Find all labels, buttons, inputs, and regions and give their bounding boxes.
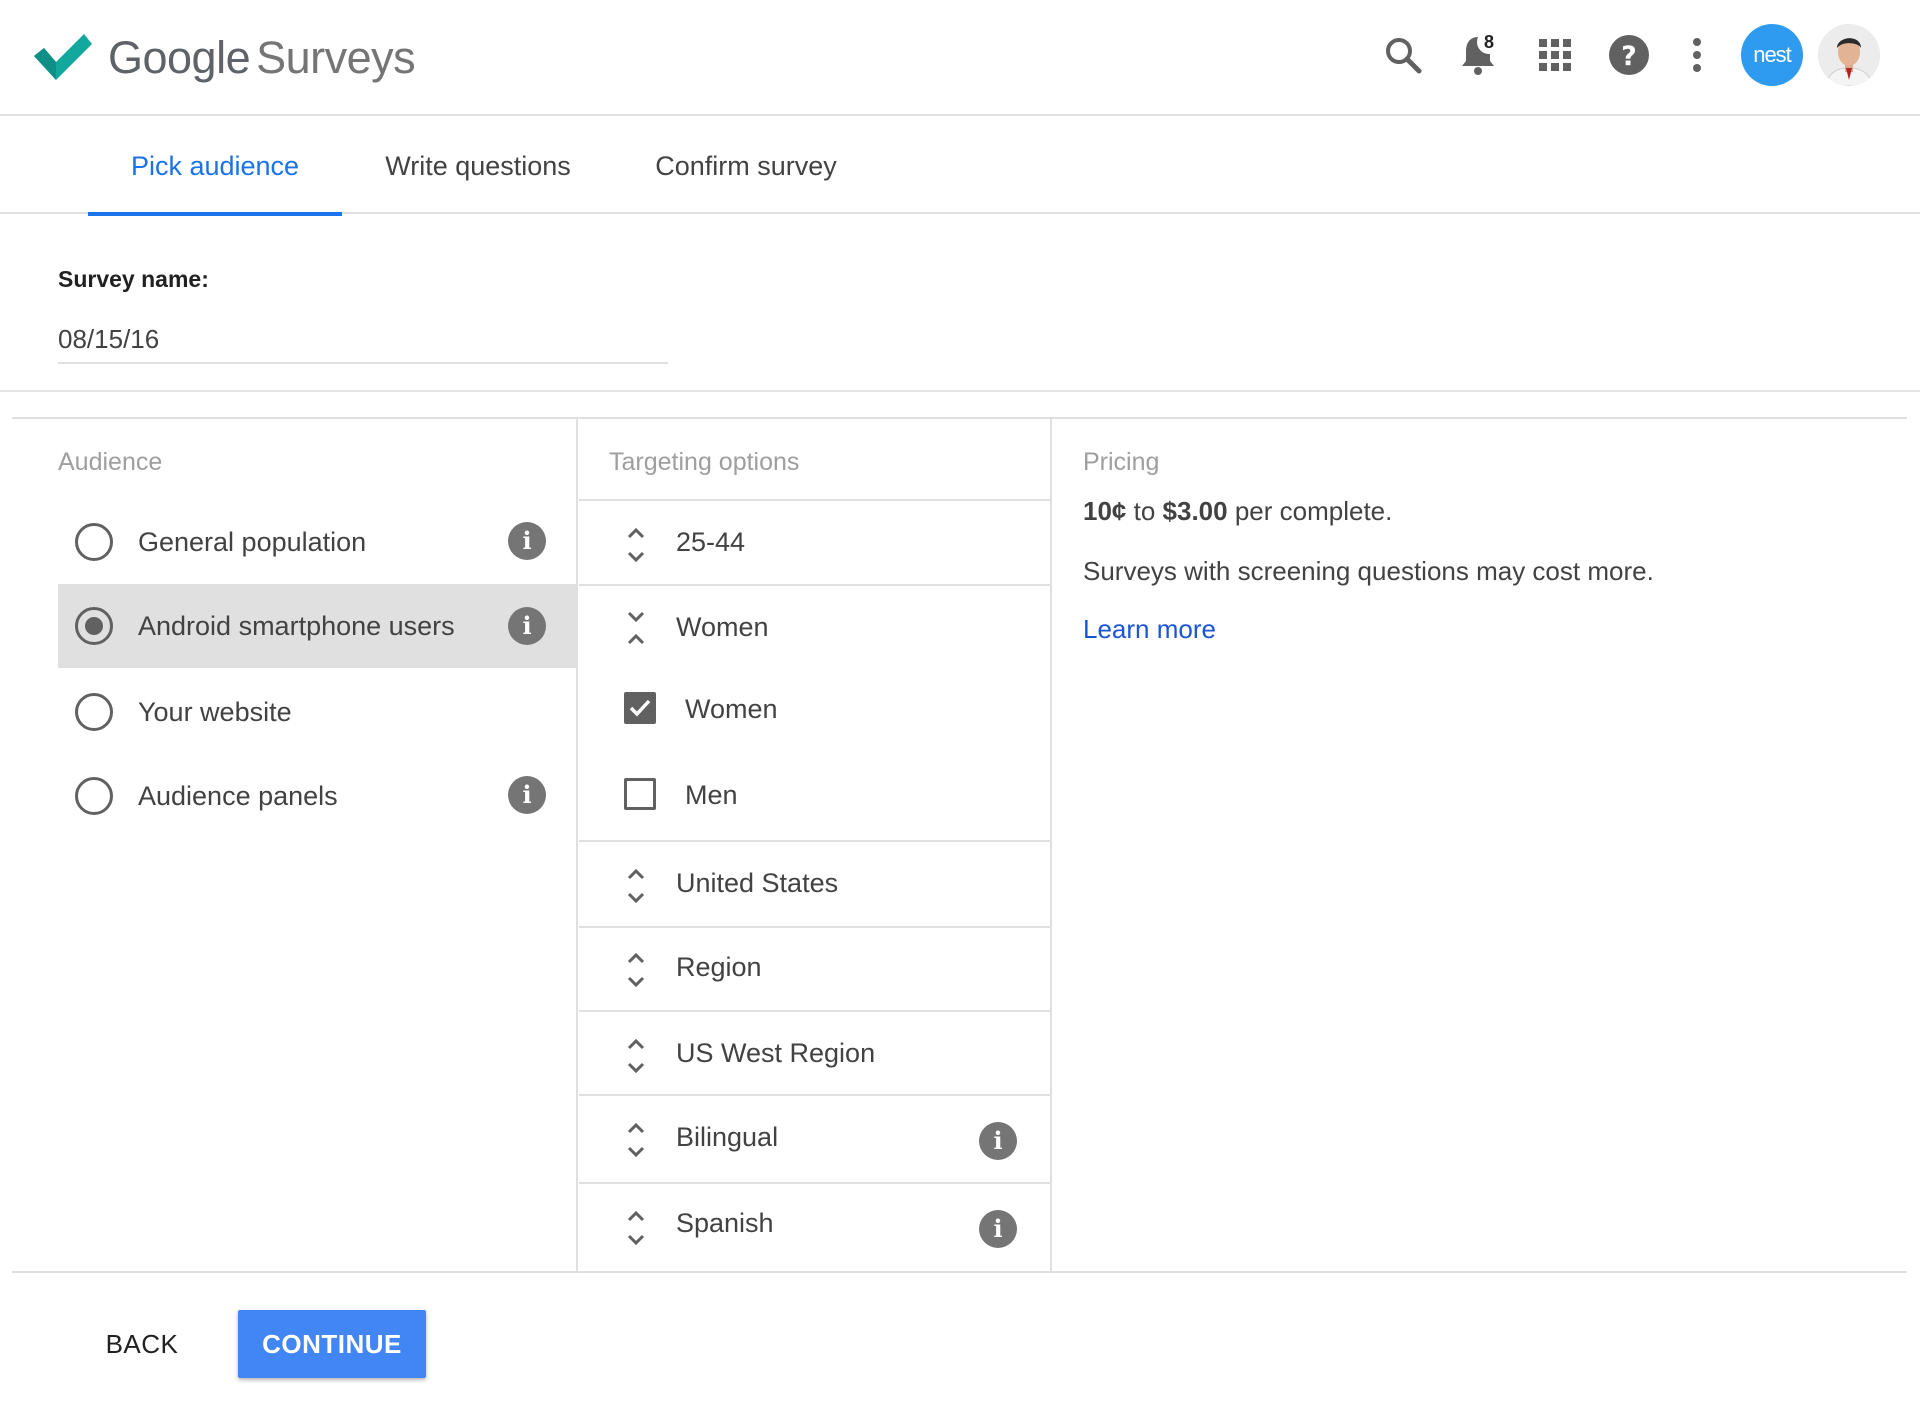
audience-option-label: Android smartphone users: [138, 611, 455, 641]
gender-option-women[interactable]: Women: [579, 668, 1051, 752]
audience-option-audience-panels[interactable]: Audience panels i: [58, 754, 576, 838]
audience-option-label: Audience panels: [138, 781, 338, 811]
radio-button[interactable]: [75, 523, 113, 561]
audience-option-general-population[interactable]: General population i: [58, 500, 576, 584]
price-high: $3.00: [1162, 496, 1228, 526]
more-vert-icon[interactable]: [1672, 30, 1722, 80]
targeting-language-mode-value: Bilingual: [676, 1122, 779, 1152]
tab-confirm-survey[interactable]: Confirm survey: [648, 118, 844, 214]
check-icon: [629, 699, 651, 717]
gender-option-label: Women: [685, 694, 778, 724]
radio-button-selected[interactable]: [75, 607, 113, 645]
targeting-region-select[interactable]: US West Region: [579, 1010, 1051, 1096]
audience-option-your-website[interactable]: Your website: [58, 670, 576, 754]
price-range: 10¢ to $3.00 per complete.: [1083, 496, 1392, 527]
audience-option-android-smartphone-users[interactable]: Android smartphone users i: [58, 584, 576, 668]
info-icon[interactable]: i: [508, 522, 546, 560]
price-to: to: [1126, 496, 1163, 526]
user-avatar[interactable]: [1818, 24, 1880, 86]
expand-collapse-icon: [627, 1122, 645, 1158]
info-icon[interactable]: i: [979, 1210, 1017, 1248]
survey-name-input[interactable]: [58, 316, 668, 364]
notifications-button[interactable]: 8: [1453, 30, 1503, 80]
help-icon[interactable]: ?: [1604, 30, 1654, 80]
continue-button[interactable]: CONTINUE: [238, 1310, 426, 1378]
gender-option-label: Men: [685, 780, 738, 810]
targeting-geo-type-value: Region: [676, 952, 762, 982]
collapse-icon: [627, 611, 645, 645]
footer-divider: [12, 1271, 1907, 1273]
expand-collapse-icon: [627, 868, 645, 904]
brand-product: Surveys: [256, 32, 416, 83]
targeting-age-select[interactable]: 25-44: [579, 499, 1051, 585]
info-icon[interactable]: i: [508, 607, 546, 645]
targeting-language-mode-select[interactable]: Bilingual i: [579, 1094, 1051, 1182]
info-icon[interactable]: i: [979, 1122, 1017, 1160]
targeting-gender-select[interactable]: Women: [579, 584, 1051, 668]
targeting-region-value: US West Region: [676, 1038, 876, 1068]
back-button[interactable]: BACK: [88, 1310, 196, 1378]
pricing-title: Pricing: [1083, 448, 1160, 476]
radio-button[interactable]: [75, 693, 113, 731]
column-separator: [576, 419, 578, 1271]
expand-collapse-icon: [627, 527, 645, 563]
learn-more-link[interactable]: Learn more: [1083, 614, 1216, 645]
svg-text:?: ?: [1621, 41, 1637, 72]
expand-collapse-icon: [627, 1038, 645, 1074]
targeting-language-select[interactable]: Spanish i: [579, 1182, 1051, 1271]
checkmark-logo-icon: [34, 34, 92, 80]
wizard-tabs: Pick audience Write questions Confirm su…: [0, 118, 1920, 216]
gender-option-men[interactable]: Men: [579, 752, 1051, 838]
columns-top-divider: [12, 417, 1907, 419]
section-divider: [0, 390, 1920, 392]
targeting-age-value: 25-44: [676, 527, 746, 557]
audience-option-label: General population: [138, 527, 367, 557]
app-brand[interactable]: Google Surveys: [108, 30, 416, 86]
targeting-country-value: United States: [676, 868, 839, 898]
expand-collapse-icon: [627, 952, 645, 988]
targeting-country-select[interactable]: United States: [579, 840, 1051, 926]
tab-pick-audience[interactable]: Pick audience: [88, 118, 342, 216]
targeting-language-value: Spanish: [676, 1208, 774, 1238]
search-icon[interactable]: [1378, 30, 1428, 80]
targeting-gender-value: Women: [676, 612, 769, 642]
app-header: Google Surveys 8 ? nest: [0, 0, 1920, 116]
brand-google: Google: [108, 32, 251, 83]
targeting-title: Targeting options: [609, 448, 800, 476]
nest-account-avatar[interactable]: nest: [1741, 24, 1803, 86]
info-icon[interactable]: i: [508, 776, 546, 814]
price-low: 10¢: [1083, 496, 1127, 526]
radio-button[interactable]: [75, 777, 113, 815]
checkbox-checked[interactable]: [624, 692, 656, 724]
apps-grid-icon[interactable]: [1530, 30, 1580, 80]
survey-name-label: Survey name:: [58, 266, 209, 292]
targeting-geo-type-select[interactable]: Region: [579, 926, 1051, 1010]
audience-option-label: Your website: [138, 697, 292, 727]
price-suffix: per complete.: [1227, 496, 1393, 526]
audience-title: Audience: [58, 448, 163, 476]
expand-collapse-icon: [627, 1210, 645, 1246]
tab-write-questions[interactable]: Write questions: [370, 118, 586, 214]
user-photo-icon: [1818, 24, 1880, 86]
checkbox-unchecked[interactable]: [624, 778, 656, 810]
notification-count-badge: 8: [1477, 30, 1501, 54]
pricing-note: Surveys with screening questions may cos…: [1083, 556, 1654, 586]
